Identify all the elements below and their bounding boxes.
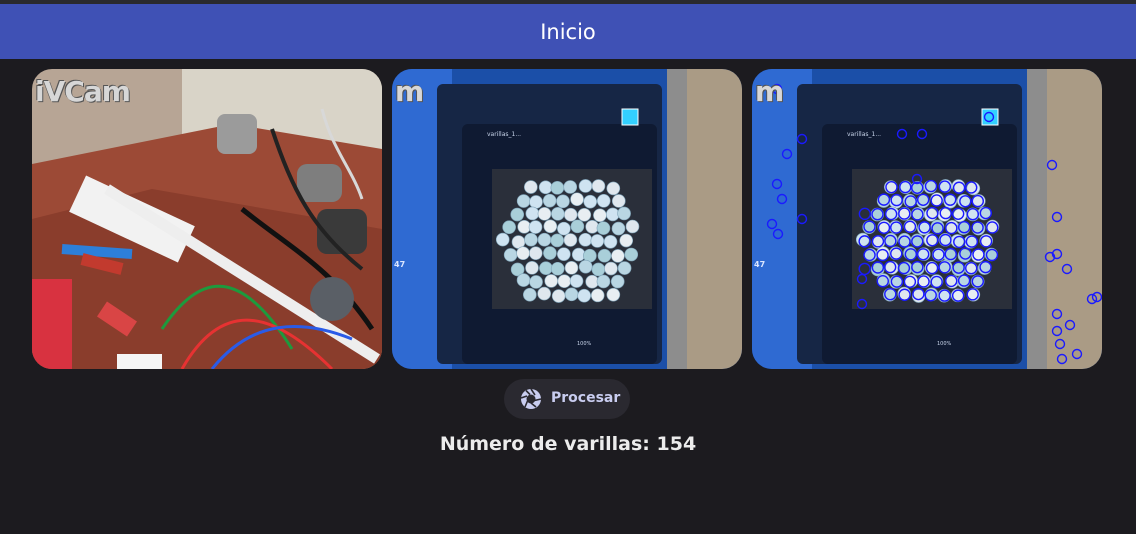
rod-end	[953, 208, 967, 223]
rod-end	[528, 246, 543, 261]
rod-end	[516, 273, 531, 287]
rod-end	[570, 192, 584, 207]
camera-scene	[32, 69, 382, 369]
rod-end	[603, 234, 618, 249]
rod-end	[591, 262, 606, 277]
shutter-icon	[520, 388, 542, 409]
rod-end	[597, 248, 612, 263]
rod-end	[543, 219, 558, 234]
rod-end	[855, 232, 870, 247]
rod-count-text: Número de varillas: 154	[439, 433, 697, 455]
rod-end	[529, 195, 543, 209]
rod-end	[564, 261, 579, 275]
rod-end	[970, 274, 985, 289]
rod-end	[563, 233, 578, 247]
rod-end	[524, 180, 538, 194]
rod-end	[528, 220, 543, 234]
rod-end	[625, 219, 640, 234]
rod-end	[556, 194, 570, 209]
rod-end	[563, 180, 578, 194]
rod-end	[596, 274, 611, 289]
rod-end	[578, 179, 593, 193]
rod-end	[577, 207, 592, 222]
rod-end	[542, 193, 557, 208]
rod-end	[537, 286, 551, 301]
rod-end	[516, 194, 531, 208]
rod-end	[524, 232, 538, 247]
rod-end	[557, 247, 571, 261]
rod-end	[617, 206, 631, 221]
rod-end	[502, 220, 516, 234]
rod-end	[550, 261, 565, 276]
app-bar: Inicio	[0, 4, 1136, 59]
rod-end	[937, 207, 952, 222]
rod-end	[516, 246, 530, 261]
rod-end	[596, 221, 611, 235]
rod-end	[557, 221, 571, 236]
rod-end	[596, 194, 611, 208]
rod-end	[604, 261, 618, 276]
rod-end	[619, 233, 634, 248]
tab-title: varillas_1...	[847, 131, 881, 138]
rod-end	[563, 207, 578, 222]
process-button[interactable]: Procesar	[504, 379, 630, 419]
rod-end	[529, 275, 543, 289]
rod-end	[605, 207, 620, 222]
rod-end	[577, 288, 591, 303]
rod-end	[606, 287, 621, 302]
rod-end	[551, 207, 565, 221]
rod-end	[578, 232, 593, 247]
zoom-readout: 100%	[937, 341, 952, 347]
input-image: varillas_1... 100% 47 m	[392, 69, 742, 369]
rod-end	[495, 232, 510, 247]
watermark-m: m	[395, 75, 424, 108]
rod-end	[510, 207, 525, 222]
detection-scene: varillas_1... 100% 47	[752, 69, 1102, 369]
input-scene: varillas_1... 100% 47	[392, 69, 742, 369]
rod-end	[523, 287, 537, 302]
rod-end	[617, 261, 632, 275]
rod-end	[551, 289, 566, 303]
rod-end	[590, 234, 605, 248]
rod-end	[569, 274, 584, 288]
rod-end	[585, 219, 599, 234]
rod-end	[538, 180, 553, 195]
page-title: Inicio	[540, 19, 596, 44]
rod-end	[550, 233, 564, 248]
rod-end	[525, 206, 540, 221]
camera-feed-image: iVCam	[32, 69, 382, 369]
watermark-m: m	[755, 75, 784, 108]
rod-end	[503, 248, 518, 262]
rod-end	[578, 259, 593, 274]
rod-end	[583, 194, 598, 209]
side-number: 47	[754, 260, 765, 269]
watermark-ivcam: iVCam	[35, 75, 131, 108]
zoom-readout: 100%	[577, 341, 592, 347]
tab-title: varillas_1...	[487, 131, 521, 138]
rod-end	[537, 232, 552, 247]
rod-end	[923, 207, 938, 222]
rod-end	[557, 274, 572, 288]
process-button-label: Procesar	[551, 390, 621, 406]
side-number: 47	[394, 260, 405, 269]
rod-end	[611, 249, 625, 263]
rod-end	[564, 287, 579, 302]
rod-end	[537, 207, 552, 221]
detection-result-image: varillas_1... 100% 47 m	[752, 69, 1102, 369]
rod-end	[606, 181, 621, 196]
rod-end	[965, 207, 980, 222]
rod-end	[550, 181, 565, 195]
rod-end	[543, 246, 557, 260]
rod-end	[570, 219, 585, 234]
rod-end	[624, 247, 639, 262]
rod-end	[544, 274, 559, 288]
rod-end	[593, 208, 607, 223]
rod-end	[525, 261, 539, 275]
rod-end	[591, 179, 606, 193]
rod-end	[539, 261, 553, 275]
rod-end	[610, 274, 625, 289]
rod-end	[611, 194, 626, 208]
rod-end	[611, 221, 626, 236]
rod-end	[590, 288, 605, 303]
